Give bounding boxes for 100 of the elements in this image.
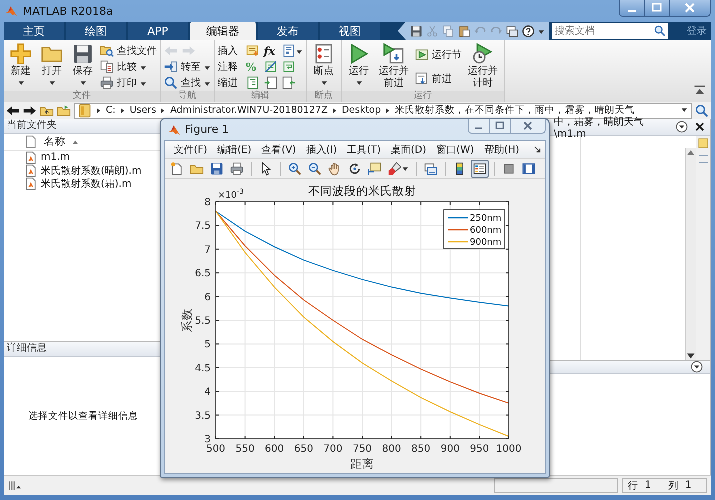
ribbon-button[interactable]: 转至 (164, 60, 211, 74)
caret-icon (204, 64, 211, 70)
ribbon-tab[interactable]: 发布 (258, 22, 320, 40)
maximize-icon[interactable] (490, 119, 511, 133)
uncomment-icon[interactable] (264, 60, 278, 74)
search-icon[interactable] (695, 104, 709, 118)
chevron-icon (96, 108, 102, 114)
x-tick-label: 700 (324, 444, 343, 455)
help-icon[interactable] (522, 24, 535, 38)
path-segment[interactable]: Desktop (342, 105, 382, 116)
ribbon-button[interactable]: fx (264, 44, 278, 58)
ribbon-tab[interactable]: 编辑器 (190, 22, 258, 40)
x-axis-label: 距离 (350, 457, 374, 471)
y-tick-label: 6.5 (195, 268, 211, 280)
dropdown-icon[interactable] (675, 120, 689, 134)
path-segment[interactable]: Users (130, 105, 156, 116)
close-icon[interactable] (693, 120, 707, 134)
ribbon-button[interactable]: 打印 (100, 76, 147, 90)
ribbon-button[interactable]: 运行并前进 (376, 43, 412, 91)
toolbar-button[interactable] (471, 160, 489, 178)
printer-icon (100, 76, 114, 90)
details-message: 选择文件以查看详细信息 (28, 410, 138, 422)
scroll-up-icon[interactable] (686, 148, 696, 158)
legend-label: 900nm (470, 238, 502, 248)
search-icon[interactable] (652, 23, 668, 39)
chevron-icon (332, 108, 338, 114)
file-item[interactable]: 米氏散射系数(晴朗).m (4, 164, 163, 177)
paste-icon[interactable] (458, 24, 471, 38)
caret-icon (140, 80, 147, 86)
file-item[interactable]: m1.m (4, 151, 163, 164)
maximize-icon[interactable] (645, 0, 670, 16)
ribbon-button[interactable]: 查找文件 (100, 44, 157, 58)
caret-icon (402, 165, 409, 172)
x-tick-label: 750 (352, 444, 372, 455)
smart-indent-icon[interactable] (246, 76, 260, 90)
status-value: 1 (685, 480, 692, 491)
collapse-ribbon-icon[interactable] (693, 83, 707, 97)
chevron-icon (160, 108, 166, 114)
y-tick-label: 5.5 (195, 316, 211, 327)
ribbon-tab[interactable]: APP (128, 22, 190, 40)
ribbon-button[interactable]: 新建 (7, 43, 35, 91)
scrollbar[interactable] (685, 148, 696, 360)
ribbon-button[interactable]: 保存 (69, 43, 97, 91)
switch-windows-icon[interactable] (506, 24, 519, 38)
ribbon-button[interactable]: 前进 (415, 72, 452, 86)
y-tick-label: 4 (204, 387, 211, 398)
sign-in-link[interactable]: 登录 (687, 24, 707, 38)
outdent-icon[interactable] (282, 76, 296, 90)
new-file-icon (170, 162, 184, 176)
menu-item[interactable]: 帮助(H) (479, 142, 525, 156)
menu-item[interactable]: 插入(I) (301, 142, 342, 156)
x-tick-label: 650 (294, 444, 314, 455)
toolbar-button[interactable] (386, 160, 411, 178)
dropdown-icon[interactable] (690, 360, 704, 374)
x-tick-label: 950 (470, 444, 490, 455)
menu-item[interactable]: 桌面(D) (386, 142, 432, 156)
ribbon-button[interactable]: 断点 (310, 43, 338, 91)
file-item[interactable]: 米氏散射系数(霜).m (4, 177, 163, 190)
ribbon-tab[interactable]: 视图 (320, 22, 382, 40)
group-label: 文件 (4, 91, 160, 102)
group-label: 断点 (307, 91, 341, 102)
x-tick-label: 600 (265, 444, 284, 455)
ribbon-button[interactable]: 比较 (100, 60, 147, 74)
caret-icon (204, 80, 211, 86)
ribbon-button[interactable]: 运行并计时 (465, 43, 501, 91)
plus-icon (10, 43, 32, 65)
x-tick-label: 900 (440, 444, 460, 455)
ribbon-button[interactable]: 运行节 (415, 48, 462, 62)
legend-icon (473, 162, 487, 176)
dock-arrow-icon[interactable] (533, 145, 542, 154)
status-grip-icon[interactable] (8, 478, 22, 492)
menu-item[interactable]: 编辑(E) (212, 142, 257, 156)
minimize-icon[interactable] (469, 119, 490, 133)
icon-button[interactable] (282, 44, 303, 58)
menu-item[interactable]: 窗口(W) (432, 142, 480, 156)
caret-icon (48, 79, 56, 86)
ribbon-tab[interactable]: 绘图 (66, 22, 128, 40)
menu-item[interactable]: 查看(V) (256, 142, 302, 156)
ribbon-button[interactable]: 打开 (38, 43, 66, 91)
pointer-icon (259, 162, 273, 176)
y-tick-label: 3 (204, 434, 211, 446)
path-segment[interactable]: C: (106, 105, 116, 116)
show-plot-tools-icon (522, 162, 536, 176)
search-field[interactable]: 搜索文档 (552, 23, 652, 39)
compare-icon (100, 60, 114, 74)
menu-item[interactable]: 工具(T) (342, 142, 386, 156)
indent-icon[interactable] (264, 76, 278, 90)
menu-item[interactable]: 文件(F) (169, 142, 213, 156)
path-segment[interactable]: 米氏散射系数，在不同条件下，雨中，霜雾，晴朗天气 (395, 104, 636, 117)
ribbon-button[interactable]: 查找 (164, 76, 211, 90)
column-header[interactable]: 名称 (44, 135, 66, 149)
ribbon-button[interactable]: 运行 (345, 43, 373, 91)
insert-icon[interactable] (246, 44, 260, 58)
chart-title: 不同波段的米氏散射 (308, 184, 416, 198)
caret-icon (18, 79, 24, 86)
minimize-icon[interactable] (620, 0, 645, 16)
path-segment[interactable]: Administrator.WIN7U-20180127Z (170, 105, 328, 116)
hide-plot-tools-icon (502, 162, 516, 176)
ribbon-tab[interactable]: 主页 (4, 22, 66, 40)
caret-icon (140, 64, 147, 70)
